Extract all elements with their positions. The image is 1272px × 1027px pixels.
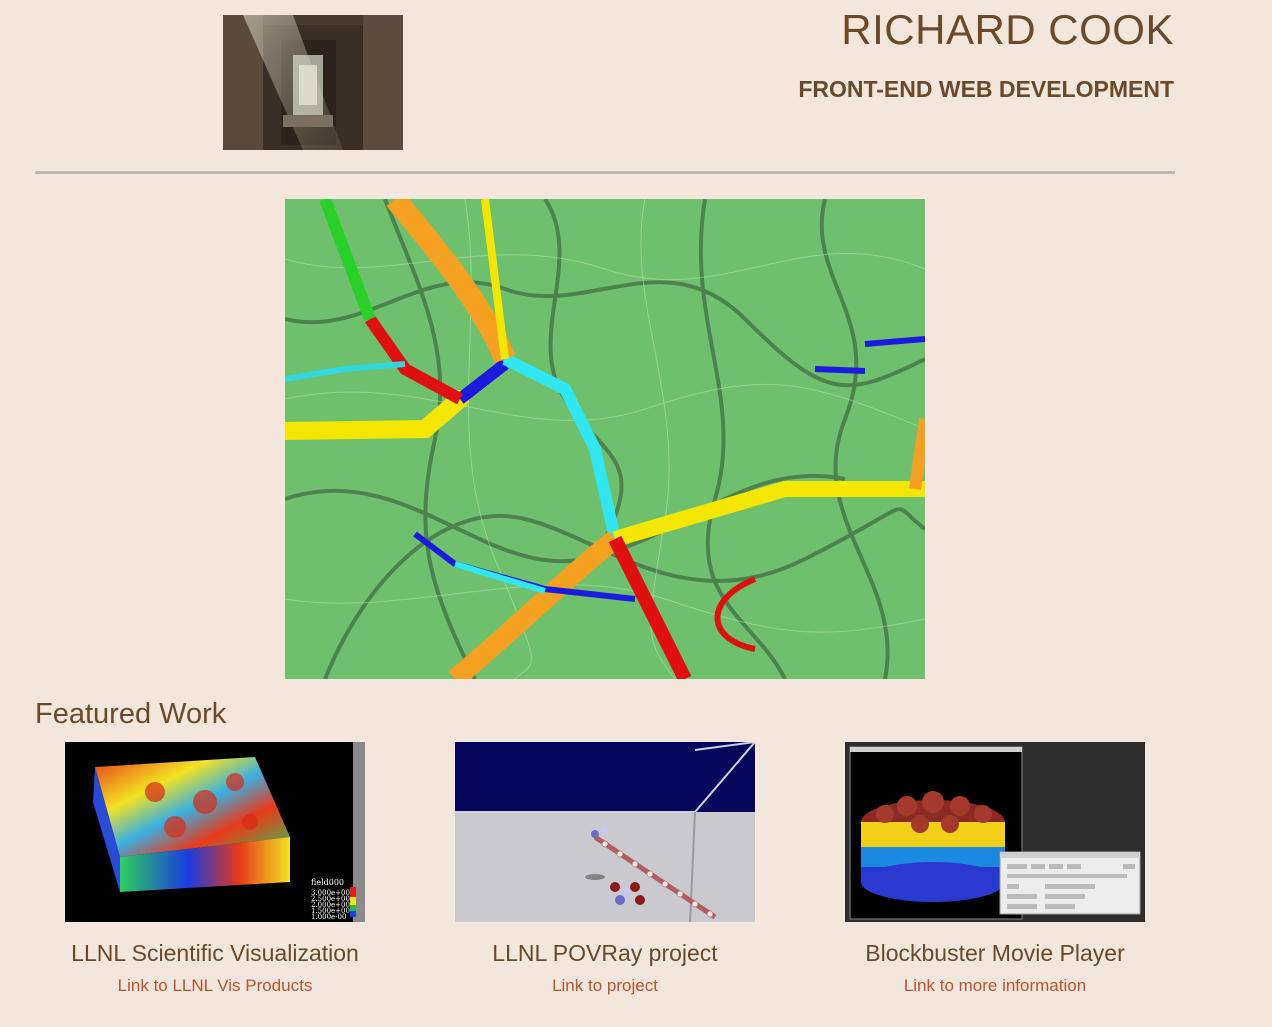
featured-card-llnl-vis: field000 3.000e+00 2.500e+00 2.000e+00 1… [65,742,365,996]
header-divider [35,171,1175,174]
featured-card-povray: LLNL POVRay project Link to project [455,742,755,996]
site-subtitle: FRONT-END WEB DEVELOPMENT [798,76,1174,102]
llnl-vis-link[interactable]: Link to LLNL Vis Products [65,976,365,996]
vis-legend-title: field000 [311,878,344,887]
blockbuster-title: Blockbuster Movie Player [865,940,1125,966]
blockbuster-thumbnail[interactable] [845,742,1145,922]
hero-image [285,199,925,679]
povray-link[interactable]: Link to project [455,976,755,996]
blockbuster-link[interactable]: Link to more information [845,976,1145,996]
llnl-vis-thumbnail[interactable]: field000 3.000e+00 2.500e+00 2.000e+00 1… [65,742,365,922]
povray-thumbnail[interactable] [455,742,755,922]
featured-work-heading: Featured Work [35,698,227,730]
llnl-vis-title: LLNL Scientific Visualization [71,940,359,966]
vis-legend-value: 1.000e-00 [311,913,346,921]
page: RICHARD COOK FRONT-END WEB DEVELOPMENT F… [0,0,1272,1027]
povray-title: LLNL POVRay project [492,940,718,966]
site-name: RICHARD COOK [841,6,1174,53]
header-photo [223,15,403,150]
featured-card-blockbuster: Blockbuster Movie Player Link to more in… [845,742,1145,996]
